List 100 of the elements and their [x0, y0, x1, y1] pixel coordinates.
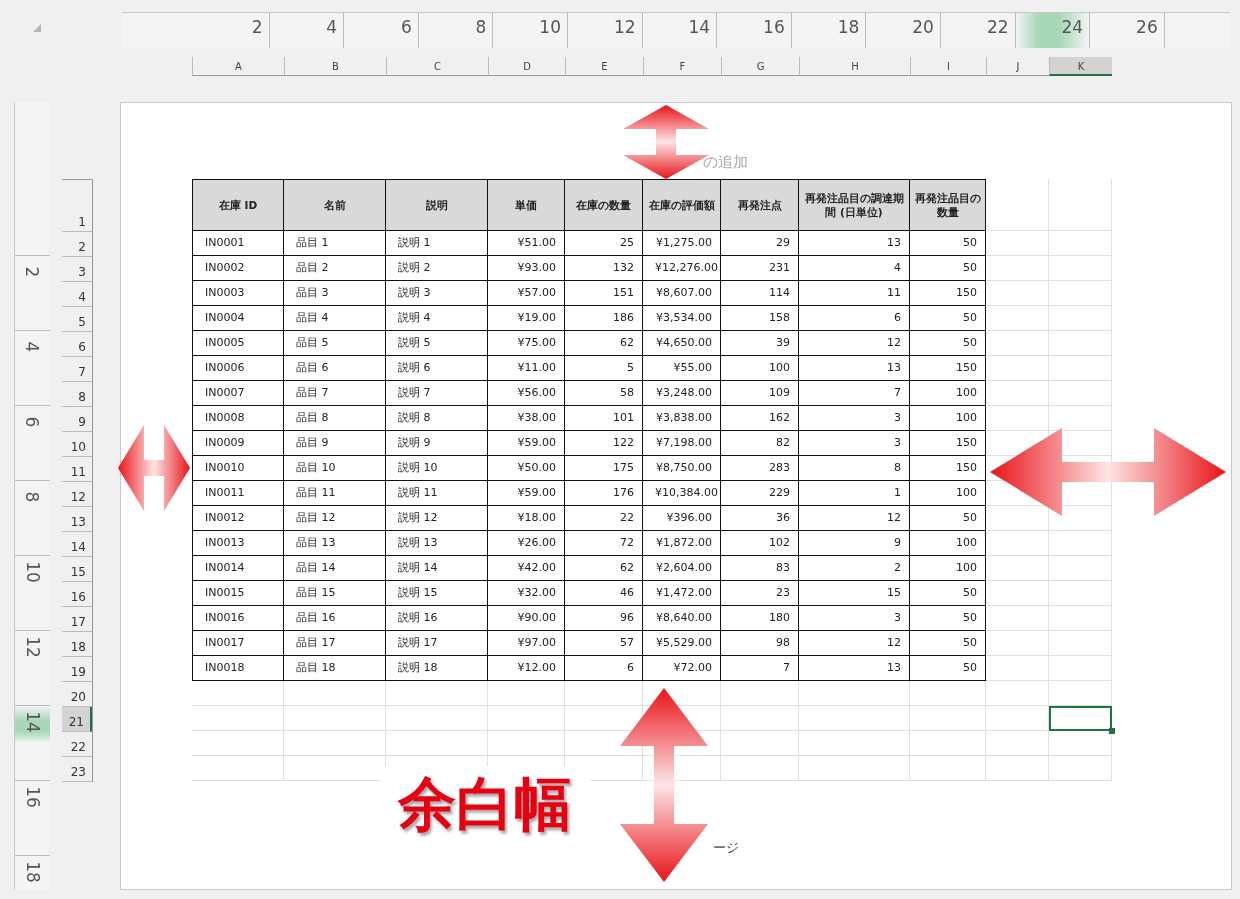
ruler-mark: 22	[940, 13, 1016, 48]
row-number[interactable]: 12	[62, 482, 92, 507]
table-cell: 11	[799, 281, 910, 306]
table-cell: 説明 9	[386, 431, 488, 456]
table-cell: 186	[565, 306, 643, 331]
row-number[interactable]: 13	[62, 507, 92, 532]
table-cell: 151	[565, 281, 643, 306]
row-number[interactable]: 2	[62, 232, 92, 257]
table-cell: 62	[565, 556, 643, 581]
column-header: 在庫の数量	[565, 179, 643, 231]
page-footer-text: ージ	[713, 839, 739, 857]
table-cell: ¥12.00	[488, 656, 565, 681]
table-cell: 説明 11	[386, 481, 488, 506]
row-number[interactable]: 9	[62, 407, 92, 432]
ruler-mark: 16	[15, 780, 50, 855]
table-cell: 229	[721, 481, 799, 506]
table-cell: ¥11.00	[488, 356, 565, 381]
column-letter[interactable]: K	[1049, 57, 1112, 76]
row-number[interactable]: 19	[62, 657, 92, 682]
table-cell: ¥3,838.00	[643, 406, 721, 431]
table-cell: 46	[565, 581, 643, 606]
table-cell: 7	[799, 381, 910, 406]
column-letter[interactable]: B	[284, 57, 386, 76]
table-cell: 説明 16	[386, 606, 488, 631]
column-header: 再発注点	[721, 179, 799, 231]
row-number[interactable]: 17	[62, 607, 92, 632]
row-number[interactable]: 22	[62, 732, 92, 757]
table-cell: 品目 17	[284, 631, 386, 656]
double-arrow-icon	[990, 428, 1226, 516]
table-cell: 57	[565, 631, 643, 656]
table-cell: ¥8,640.00	[643, 606, 721, 631]
column-letter[interactable]: I	[910, 57, 986, 76]
ruler-mark: 4	[15, 330, 50, 405]
table-cell: IN0008	[192, 406, 284, 431]
table-cell: ¥396.00	[643, 506, 721, 531]
row-number[interactable]: 1	[62, 180, 92, 232]
table-cell: ¥18.00	[488, 506, 565, 531]
ruler-mark: 18	[15, 855, 50, 899]
table-cell: 品目 2	[284, 256, 386, 281]
table-cell: IN0003	[192, 281, 284, 306]
row-number[interactable]: 3	[62, 257, 92, 282]
column-letter[interactable]: A	[192, 57, 284, 76]
table-cell: 36	[721, 506, 799, 531]
table-cell: 品目 12	[284, 506, 386, 531]
column-header: 在庫 ID	[192, 179, 284, 231]
page-header-text: の追加	[703, 153, 748, 171]
ruler-mark: 6	[15, 405, 50, 480]
row-number[interactable]: 5	[62, 307, 92, 332]
row-number[interactable]: 4	[62, 282, 92, 307]
table-cell: 説明 7	[386, 381, 488, 406]
table-cell: ¥26.00	[488, 531, 565, 556]
table-cell: 12	[799, 506, 910, 531]
table-cell: 説明 3	[386, 281, 488, 306]
table-cell: 96	[565, 606, 643, 631]
table-cell: ¥57.00	[488, 281, 565, 306]
column-letter[interactable]: H	[799, 57, 910, 76]
table-cell: 122	[565, 431, 643, 456]
table-cell: 品目 11	[284, 481, 386, 506]
table-cell: ¥1,275.00	[643, 231, 721, 256]
table-cell: 品目 14	[284, 556, 386, 581]
ruler-mark: 8	[15, 480, 50, 555]
table-cell: 50	[910, 306, 986, 331]
row-number[interactable]: 18	[62, 632, 92, 657]
table-cell: 50	[910, 331, 986, 356]
column-letter[interactable]: E	[565, 57, 643, 76]
table-cell: 品目 10	[284, 456, 386, 481]
row-number[interactable]: 15	[62, 557, 92, 582]
column-letter[interactable]: C	[386, 57, 488, 76]
table-cell: 100	[721, 356, 799, 381]
row-number[interactable]: 11	[62, 457, 92, 482]
row-number[interactable]: 8	[62, 382, 92, 407]
column-letter[interactable]: G	[721, 57, 799, 76]
table-cell: 231	[721, 256, 799, 281]
table-cell: ¥1,472.00	[643, 581, 721, 606]
row-number[interactable]: 10	[62, 432, 92, 457]
row-number[interactable]: 21	[62, 707, 92, 732]
table-cell: 説明 5	[386, 331, 488, 356]
ruler-mark: 20	[866, 13, 941, 48]
table-cell: 13	[799, 231, 910, 256]
column-letter[interactable]: F	[643, 57, 721, 76]
double-arrow-icon	[118, 425, 190, 511]
table-cell: 品目 9	[284, 431, 386, 456]
table-cell: 12	[799, 631, 910, 656]
ruler-mark: 12	[567, 13, 643, 48]
table-cell: 98	[721, 631, 799, 656]
row-number[interactable]: 23	[62, 757, 92, 782]
row-number[interactable]: 14	[62, 532, 92, 557]
row-number[interactable]: 6	[62, 332, 92, 357]
column-header: 在庫の評価額	[643, 179, 721, 231]
table-cell: 品目 1	[284, 231, 386, 256]
table-cell: ¥5,529.00	[643, 631, 721, 656]
row-number[interactable]: 16	[62, 582, 92, 607]
table-cell: ¥56.00	[488, 381, 565, 406]
table-cell: 162	[721, 406, 799, 431]
row-number[interactable]: 7	[62, 357, 92, 382]
column-letter[interactable]: D	[488, 57, 565, 76]
table-cell: 説明 4	[386, 306, 488, 331]
ruler-mark: 16	[717, 13, 792, 48]
selected-cell[interactable]	[1049, 706, 1112, 731]
ruler-mark: 24	[1015, 13, 1091, 48]
